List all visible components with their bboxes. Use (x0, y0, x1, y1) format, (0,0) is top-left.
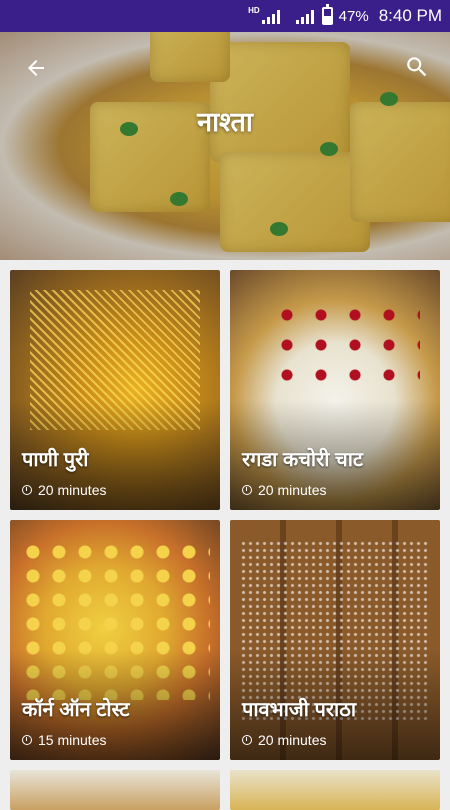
recipe-card[interactable]: पावभाजी पराठा 20 minutes (230, 520, 440, 760)
recipe-image (10, 770, 220, 810)
recipe-name: पावभाजी पराठा (242, 699, 356, 721)
recipe-name: पाणी पुरी (22, 449, 89, 471)
recipe-image (230, 770, 440, 810)
recipe-name: रगडा कचोरी चाट (242, 449, 363, 471)
recipe-card[interactable]: कॉर्न ऑन टोस्ट 15 minutes (10, 520, 220, 760)
back-button[interactable] (22, 54, 50, 82)
recipe-time-label: 15 minutes (38, 732, 107, 748)
signal-icon (261, 8, 280, 24)
recipe-time: 15 minutes (22, 732, 106, 748)
arrow-left-icon (28, 60, 44, 76)
clock-icon (22, 735, 32, 745)
recipe-time: 20 minutes (22, 482, 106, 498)
recipe-name: कॉर्न ऑन टोस्ट (22, 699, 130, 721)
category-title: नाश्ता (197, 107, 253, 137)
clock-icon (242, 485, 252, 495)
status-bar: HD 47% 8:40 PM (0, 0, 450, 32)
recipe-card-partial[interactable] (230, 770, 440, 810)
category-hero-image (0, 32, 450, 260)
recipe-card[interactable]: रगडा कचोरी चाट 20 minutes (230, 270, 440, 510)
recipe-card-partial[interactable] (10, 770, 220, 810)
recipe-time: 20 minutes (242, 732, 326, 748)
recipe-time-label: 20 minutes (258, 482, 327, 498)
clock-icon (242, 735, 252, 745)
signal-icon-2 (295, 8, 314, 24)
search-icon (407, 57, 427, 77)
battery-icon (321, 4, 333, 25)
network-type-label: HD (248, 6, 260, 15)
recipe-time: 20 minutes (242, 482, 326, 498)
recipe-time-label: 20 minutes (38, 482, 107, 498)
battery-percent: 47% (338, 7, 369, 25)
recipe-time-label: 20 minutes (258, 732, 327, 748)
clock-time: 8:40 PM (378, 6, 442, 25)
search-button[interactable] (404, 54, 432, 82)
clock-icon (22, 485, 32, 495)
recipe-card[interactable]: पाणी पुरी 20 minutes (10, 270, 220, 510)
